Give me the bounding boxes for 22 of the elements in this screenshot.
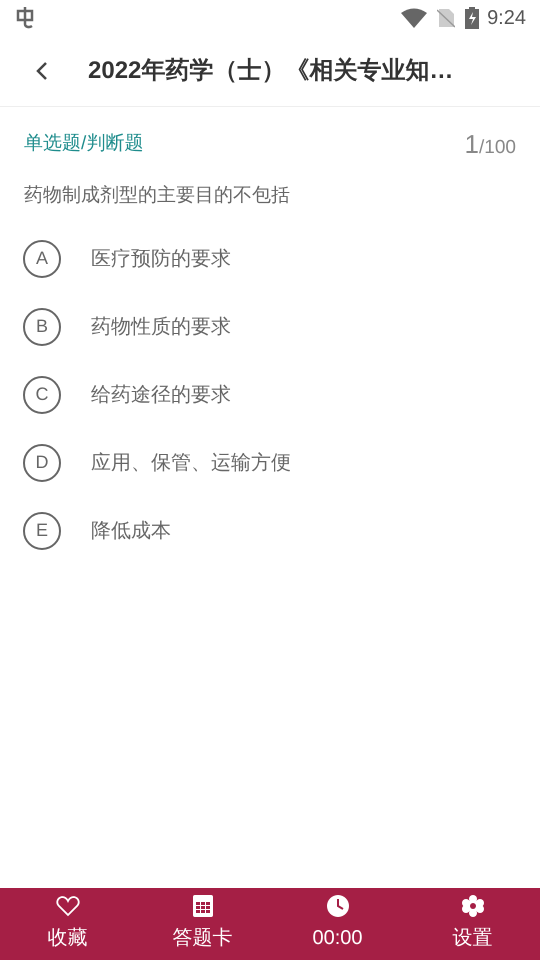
no-sim-icon bbox=[437, 8, 456, 28]
status-time: 9:24 bbox=[487, 6, 526, 31]
grid-icon bbox=[192, 895, 212, 917]
answer-option[interactable]: A 医疗预防的要求 bbox=[0, 224, 540, 292]
heart-icon bbox=[56, 895, 80, 917]
bottom-tab[interactable]: 00:00 bbox=[270, 888, 405, 960]
battery-charging-icon bbox=[465, 7, 480, 29]
page-title: 2022年药学（士）《相关专业知… bbox=[88, 56, 454, 86]
bottom-tab[interactable]: 答题卡 bbox=[135, 888, 270, 960]
wifi-icon bbox=[401, 8, 428, 28]
answer-option[interactable]: B 药物性质的要求 bbox=[0, 292, 540, 360]
answer-option[interactable]: D 应用、保管、运输方便 bbox=[0, 428, 540, 496]
bottom-tab[interactable]: 收藏 bbox=[0, 888, 135, 960]
back-chevron-icon bbox=[35, 60, 49, 82]
clock-icon bbox=[326, 895, 348, 917]
question-type: 单选题/判断题 bbox=[24, 132, 144, 156]
question-counter: 1/100 bbox=[464, 128, 516, 161]
answer-option[interactable]: C 给药途径的要求 bbox=[0, 360, 540, 428]
question-text: 药物制成剂型的主要目的不包括 bbox=[23, 184, 291, 208]
gear-icon bbox=[460, 895, 484, 917]
bottom-tab[interactable]: 设置 bbox=[405, 888, 540, 960]
answer-option[interactable]: E 降低成本 bbox=[0, 496, 540, 564]
